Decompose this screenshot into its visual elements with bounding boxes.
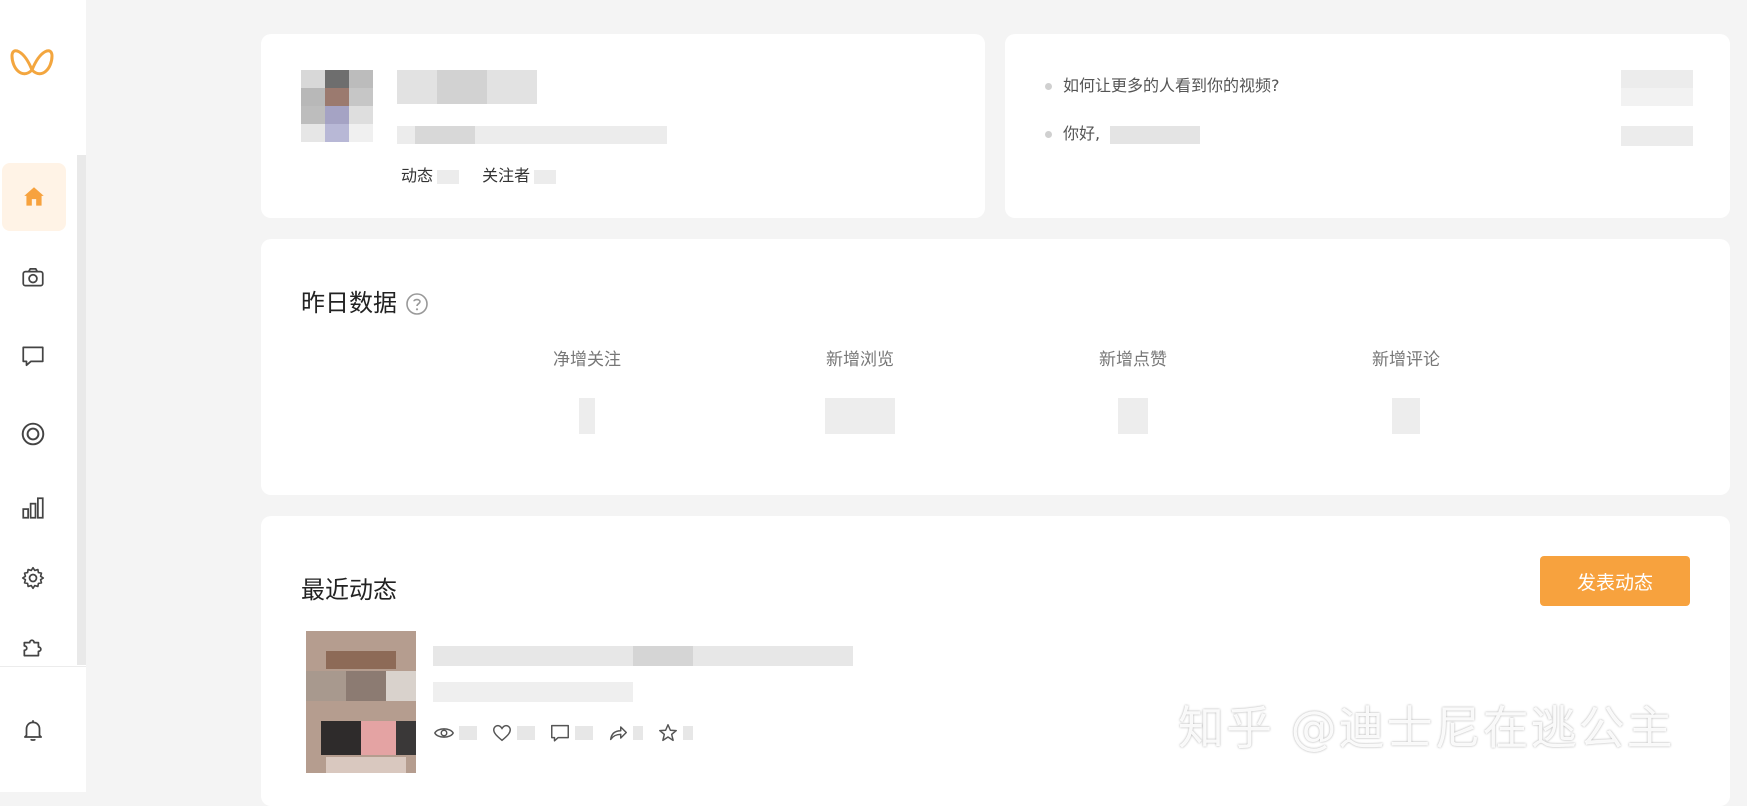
stats-title-row: 昨日数据 xyxy=(301,283,429,318)
share-button[interactable] xyxy=(607,722,643,744)
stat-new-comments: 新增评论 xyxy=(1336,345,1476,434)
profile-card: 动态 关注者 xyxy=(261,34,985,218)
eye-icon xyxy=(434,728,454,738)
stat-value xyxy=(1118,398,1148,434)
notice-list: 如何让更多的人看到你的视频? 你好, xyxy=(1045,74,1280,170)
stats-title: 昨日数据 xyxy=(301,289,397,317)
sidebar-item-camera[interactable] xyxy=(0,243,66,311)
sidebar-item-settings[interactable] xyxy=(0,544,66,612)
followers-value xyxy=(534,169,557,184)
star-icon xyxy=(659,724,677,742)
likes-value xyxy=(517,726,535,740)
bell-icon xyxy=(24,720,42,741)
home-icon xyxy=(24,187,44,206)
heart-icon xyxy=(493,724,511,742)
comment-icon xyxy=(551,724,569,742)
post-thumbnail[interactable] xyxy=(306,631,416,773)
gear-icon xyxy=(21,566,45,590)
comment-button[interactable] xyxy=(549,722,593,744)
butterfly-logo-icon[interactable] xyxy=(8,40,56,88)
watermark: 知乎 @迪士尼在逃公主 xyxy=(1178,701,1675,755)
dynamics-count[interactable]: 动态 xyxy=(401,162,460,186)
stat-new-likes: 新增点赞 xyxy=(1063,345,1203,434)
views-value xyxy=(459,726,477,740)
stat-value xyxy=(579,398,595,434)
recent-title: 最近动态 xyxy=(301,576,397,604)
views-count[interactable] xyxy=(433,722,477,744)
puzzle-icon xyxy=(23,639,42,657)
sidebar-item-messages[interactable] xyxy=(0,322,66,390)
notice-redacted xyxy=(1110,125,1201,144)
recent-activity-card: 最近动态 发表动态 xyxy=(261,516,1730,806)
notice-side-item[interactable] xyxy=(1621,126,1693,146)
stat-value xyxy=(825,398,895,434)
dynamics-value xyxy=(437,169,460,184)
stat-new-views: 新增浏览 xyxy=(790,345,930,434)
stat-label: 新增浏览 xyxy=(826,350,894,370)
sidebar-item-target[interactable] xyxy=(0,400,66,468)
target-icon xyxy=(21,422,45,446)
avatar[interactable] xyxy=(301,70,373,142)
sidebar-item-plugins[interactable] xyxy=(0,613,66,681)
notice-card: 如何让更多的人看到你的视频? 你好, xyxy=(1005,34,1730,218)
question-circle-icon[interactable] xyxy=(405,292,429,316)
sidebar-scrollbar[interactable] xyxy=(77,155,86,665)
like-button[interactable] xyxy=(491,722,535,744)
post-actions xyxy=(433,722,707,744)
share-icon xyxy=(609,726,627,741)
stat-label: 新增点赞 xyxy=(1099,350,1167,370)
post-excerpt xyxy=(433,682,633,702)
profile-bio xyxy=(397,126,667,144)
stat-net-follows: 净增关注 xyxy=(517,345,657,434)
profile-name xyxy=(397,70,537,104)
followers-count[interactable]: 关注者 xyxy=(482,162,557,186)
notice-item[interactable]: 你好, xyxy=(1045,122,1280,146)
followers-label: 关注者 xyxy=(482,166,531,185)
message-icon xyxy=(22,346,44,367)
shares-value xyxy=(633,726,643,740)
sidebar xyxy=(0,0,86,792)
dynamics-label: 动态 xyxy=(401,166,434,185)
notice-side-item[interactable] xyxy=(1621,70,1693,106)
camera-icon xyxy=(22,268,44,287)
favorite-button[interactable] xyxy=(657,722,693,744)
sidebar-item-home[interactable] xyxy=(2,163,66,231)
bar-chart-icon xyxy=(22,497,44,519)
publish-button[interactable]: 发表动态 xyxy=(1540,556,1690,606)
stat-value xyxy=(1392,398,1420,434)
notice-text: 如何让更多的人看到你的视频? xyxy=(1063,76,1280,95)
stat-label: 新增评论 xyxy=(1372,350,1440,370)
favorites-value xyxy=(683,726,693,740)
sidebar-divider xyxy=(0,666,86,667)
stat-label: 净增关注 xyxy=(553,350,621,370)
notifications-button[interactable] xyxy=(0,696,66,764)
yesterday-stats-card: 昨日数据 净增关注 新增浏览 新增点赞 新增评论 xyxy=(261,239,1730,495)
post-title[interactable] xyxy=(433,646,853,666)
notice-text: 你好, xyxy=(1063,124,1101,143)
bullet-dot xyxy=(1045,83,1052,90)
bullet-dot xyxy=(1045,131,1052,138)
profile-counts: 动态 关注者 xyxy=(401,162,574,186)
sidebar-item-analytics[interactable] xyxy=(0,474,66,542)
notice-item[interactable]: 如何让更多的人看到你的视频? xyxy=(1045,74,1280,98)
comments-value xyxy=(575,726,593,740)
